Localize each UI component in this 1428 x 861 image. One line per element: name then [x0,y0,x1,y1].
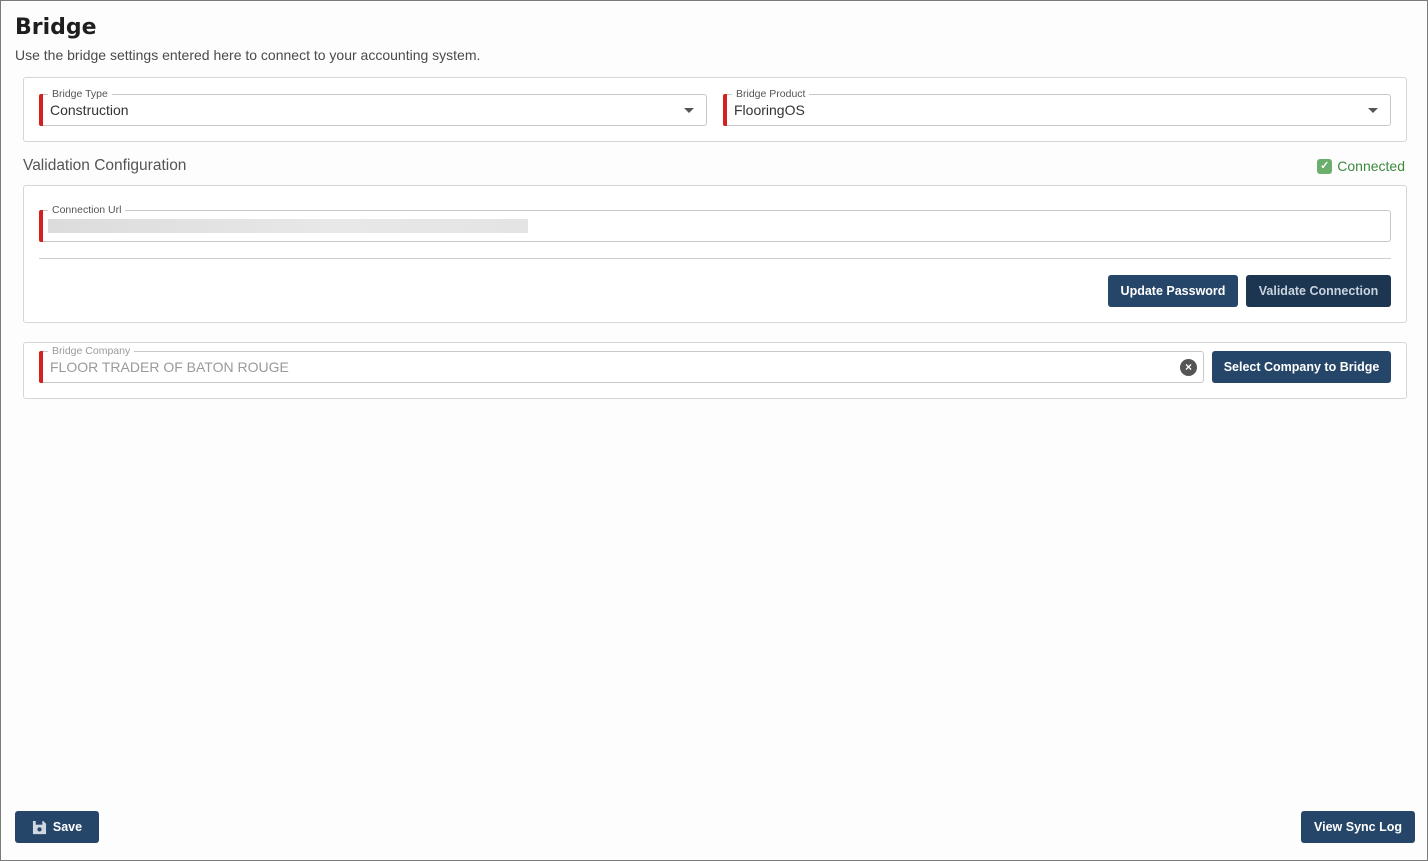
bridge-company-card: Bridge Company FLOOR TRADER OF BATON ROU… [23,342,1407,399]
validate-connection-button[interactable]: Validate Connection [1246,275,1391,307]
bridge-type-value: Construction [50,102,129,118]
caret-down-icon[interactable] [1368,108,1378,113]
bridge-product-label: Bridge Product [732,87,810,101]
page-title: Bridge [15,15,97,40]
validation-section-title: Validation Configuration [23,157,187,174]
view-sync-log-button[interactable]: View Sync Log [1301,811,1415,843]
bridge-selection-card: Bridge Type Construction Bridge Product … [23,77,1407,142]
bridge-product-select[interactable]: Bridge Product FlooringOS [723,87,1391,126]
save-button-label: Save [52,820,83,834]
connection-status: ✓ Connected [1317,158,1405,174]
connection-status-label: Connected [1337,158,1405,174]
connection-url-value [48,219,528,233]
save-button[interactable]: Save [15,811,99,843]
floppy-disk-icon [32,820,46,834]
bridge-company-label: Bridge Company [48,344,135,358]
validation-card: Connection Url Update Password Validate … [23,185,1407,323]
clear-circle-icon[interactable]: × [1180,359,1197,376]
connection-url-field[interactable]: Connection Url [39,203,1391,242]
connection-url-label: Connection Url [48,203,126,217]
check-square-icon: ✓ [1317,158,1333,174]
select-company-button[interactable]: Select Company to Bridge [1212,351,1391,383]
caret-down-icon[interactable] [684,108,694,113]
update-password-button[interactable]: Update Password [1108,275,1238,307]
bridge-company-field[interactable]: Bridge Company FLOOR TRADER OF BATON ROU… [39,344,1204,383]
bridge-type-select[interactable]: Bridge Type Construction [39,87,707,126]
bridge-company-value: FLOOR TRADER OF BATON ROUGE [50,359,289,375]
bridge-product-value: FlooringOS [734,102,805,118]
bridge-settings-panel: Bridge Use the bridge settings entered h… [0,0,1428,861]
page-subtitle: Use the bridge settings entered here to … [15,47,481,63]
validation-divider [39,258,1391,259]
bridge-type-label: Bridge Type [48,87,112,101]
